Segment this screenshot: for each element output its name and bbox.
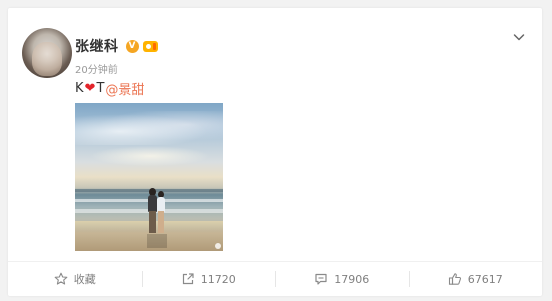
post-text: K ❤ T @景甜: [75, 79, 144, 98]
image-person: [157, 191, 165, 234]
post-timestamp[interactable]: 20分钟前: [75, 61, 118, 76]
author-row: 张继科 V: [75, 36, 158, 56]
thumbs-up-icon: [448, 273, 461, 285]
verified-badge-icon: V: [125, 39, 139, 53]
image-person: [148, 188, 157, 234]
image-reflection: [147, 234, 167, 248]
post-image[interactable]: [75, 103, 223, 251]
chevron-down-icon[interactable]: [513, 31, 525, 43]
favorite-label: 收藏: [73, 273, 96, 286]
comment-icon: [315, 273, 327, 285]
mention-link[interactable]: @景甜: [105, 79, 144, 98]
favorite-button[interactable]: 收藏: [8, 262, 142, 296]
author-name[interactable]: 张继科: [75, 36, 119, 56]
image-cloud: [85, 145, 215, 167]
post-text-suffix: T: [96, 81, 105, 96]
like-button[interactable]: 67617: [408, 262, 543, 296]
avatar[interactable]: [22, 28, 72, 78]
like-count: 67617: [467, 272, 503, 286]
action-bar: 收藏 11720 17906 67617: [8, 261, 542, 296]
member-level-icon[interactable]: [142, 40, 158, 52]
repost-count: 11720: [200, 272, 236, 286]
repost-button[interactable]: 11720: [141, 262, 276, 296]
image-watermark: [215, 243, 221, 249]
comment-button[interactable]: 17906: [275, 262, 409, 296]
star-icon: [54, 272, 68, 285]
weibo-post-card: 张继科 V 20分钟前 K ❤ T @景甜 收藏 11720 17906 676…: [8, 8, 542, 296]
image-cloud: [75, 111, 223, 145]
heart-icon: ❤: [84, 81, 96, 96]
post-text-prefix: K: [75, 81, 84, 96]
comment-count: 17906: [334, 272, 370, 286]
repost-icon: [182, 273, 194, 285]
